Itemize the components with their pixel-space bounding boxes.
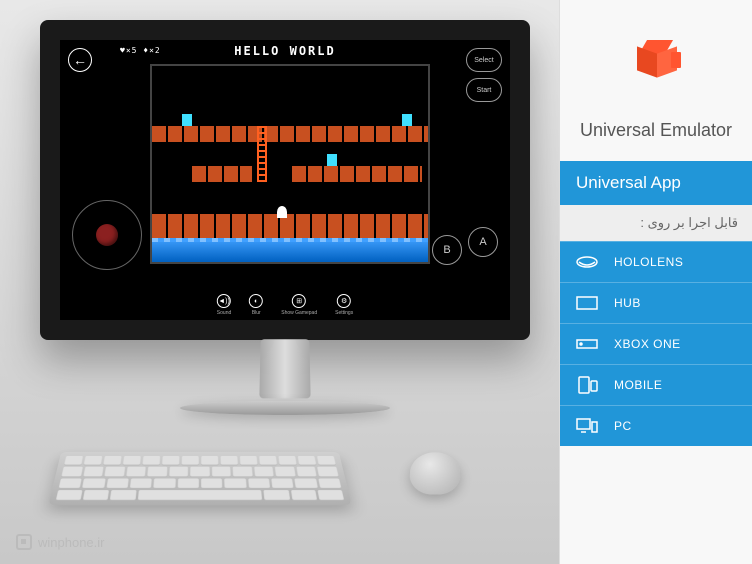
platform-label: XBOX ONE [614, 337, 681, 351]
keyboard-device [48, 452, 351, 505]
emulator-toolbar: ◄)) Sound ◐ Blur ⊞ Show Gamepad ⚙ Settin… [217, 294, 353, 316]
game-viewport [150, 64, 430, 264]
emulator-screen: ← ♥×5 ♦×2 HELLO WORLD Select Start [60, 40, 510, 320]
sound-toggle[interactable]: ◄)) Sound [217, 294, 231, 316]
platform-label: PC [614, 419, 632, 433]
xbox-icon [574, 334, 600, 354]
blur-toggle[interactable]: ◐ Blur [249, 294, 263, 316]
watermark-text: winphone.ir [38, 535, 105, 550]
b-button[interactable]: B [432, 235, 462, 265]
watermark: winphone.ir [16, 534, 105, 550]
sound-icon: ◄)) [217, 294, 231, 308]
platform-hololens: HOLOLENS [560, 241, 752, 282]
gamepad-icon: ⊞ [292, 294, 306, 308]
game-hud: ♥×5 ♦×2 [120, 46, 161, 55]
platform-hub: HUB [560, 282, 752, 323]
platform-label: HUB [614, 296, 641, 310]
game-title: HELLO WORLD [234, 44, 335, 58]
gear-icon: ⚙ [337, 294, 351, 308]
platform-label: HOLOLENS [614, 255, 683, 269]
a-button[interactable]: A [468, 227, 498, 257]
dpad-control[interactable] [72, 200, 142, 270]
app-title: Universal Emulator [560, 120, 752, 161]
platform-label: MOBILE [614, 378, 662, 392]
platform-list: HOLOLENS HUB XBOX ONE MOBILE PC [560, 241, 752, 446]
gamepad-toggle[interactable]: ⊞ Show Gamepad [281, 294, 317, 316]
compatibility-label: قابل اجرا بر روی : [560, 205, 752, 241]
winphone-icon [16, 534, 32, 550]
app-icon [626, 40, 686, 100]
monitor-stand-base [180, 401, 390, 415]
settings-button[interactable]: ⚙ Settings [335, 294, 353, 316]
info-sidebar: Universal Emulator Universal App قابل اج… [560, 0, 752, 564]
monitor-device: ← ♥×5 ♦×2 HELLO WORLD Select Start [40, 20, 530, 340]
monitor-stand-neck [259, 339, 310, 398]
back-button[interactable]: ← [68, 48, 92, 72]
select-button[interactable]: Select [466, 48, 502, 72]
mobile-icon [574, 375, 600, 395]
universal-app-badge: Universal App [560, 161, 752, 205]
pc-icon [574, 416, 600, 436]
blur-icon: ◐ [249, 294, 263, 308]
mouse-device [409, 452, 461, 494]
hub-icon [574, 293, 600, 313]
platform-pc: PC [560, 405, 752, 446]
hololens-icon [574, 252, 600, 272]
main-stage: ← ♥×5 ♦×2 HELLO WORLD Select Start [0, 0, 560, 564]
platform-xbox: XBOX ONE [560, 323, 752, 364]
dpad-stick[interactable] [96, 224, 118, 246]
start-button[interactable]: Start [466, 78, 502, 102]
platform-mobile: MOBILE [560, 364, 752, 405]
